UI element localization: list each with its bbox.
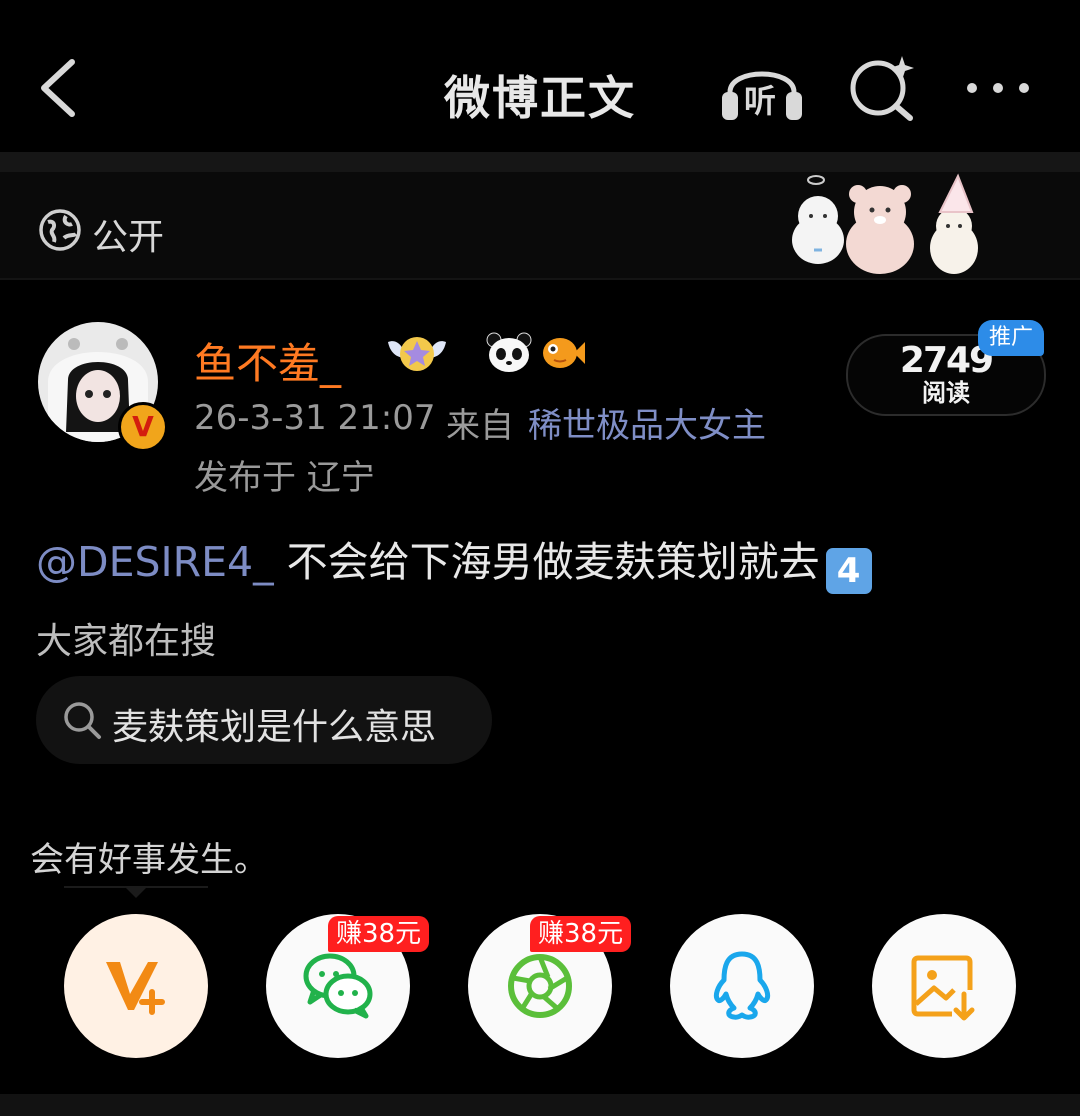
listen-headphones-icon[interactable]: 听: [718, 52, 806, 124]
goldfish-icon: [543, 338, 585, 368]
post-source-link[interactable]: 稀世极品大女主: [528, 398, 766, 447]
verified-badge: V: [118, 402, 168, 452]
save-image-button[interactable]: [872, 914, 1016, 1058]
post-location: 发布于 辽宁: [194, 458, 375, 498]
caption-pointer: [124, 886, 148, 898]
more-options-icon[interactable]: [962, 70, 1034, 106]
vplus-icon: [106, 962, 165, 1015]
post-content: @DESIRE4_ 不会给下海男做麦麸策划就去 4: [36, 528, 872, 594]
winged-star-medal-icon: [388, 337, 446, 371]
post-timestamp: 26-3-31 21:07: [194, 398, 436, 438]
panda-icon: [486, 332, 532, 372]
top-navigation-bar: 微博正文 听: [0, 0, 1080, 152]
read-count-label: 阅读: [922, 379, 970, 407]
moments-shutter-icon: [508, 954, 572, 1018]
trending-search-heading: 大家都在搜: [36, 621, 217, 662]
search-sparkle-icon[interactable]: [846, 52, 918, 124]
source-prefix: 来自: [446, 406, 514, 446]
globe-icon: [39, 209, 81, 251]
qq-penguin-icon: [713, 951, 771, 1020]
bottom-separator: [0, 1094, 1080, 1116]
wechat-icon: [303, 953, 373, 1019]
cute-stickers-decoration: [792, 173, 978, 274]
username[interactable]: 鱼不羞_: [194, 330, 341, 391]
search-icon: [64, 702, 101, 739]
related-search-chip[interactable]: 麦麸策划是什么意思: [36, 676, 492, 764]
listen-label: 听: [744, 82, 777, 120]
header-divider: [0, 152, 1080, 172]
post-text: 不会给下海男做麦麸策划就去: [273, 538, 820, 586]
share-vplus-button[interactable]: [64, 914, 208, 1058]
save-image-icon: [911, 955, 975, 1021]
moments-earn-badge: 赚38元: [530, 916, 632, 952]
wechat-earn-badge: 赚38元: [328, 916, 430, 952]
keycap-number-emoji: 4: [825, 548, 872, 594]
related-search-query: 麦麸策划是什么意思: [112, 707, 437, 748]
share-caption: 会有好事发生。: [30, 840, 268, 880]
page-title: 微博正文: [444, 71, 636, 125]
row-separator: [0, 278, 1080, 280]
mention-link[interactable]: @DESIRE4_: [36, 538, 274, 586]
share-qq-button[interactable]: [670, 914, 814, 1058]
visibility-label: 公开: [92, 217, 165, 258]
promote-tag[interactable]: 推广: [978, 320, 1044, 356]
